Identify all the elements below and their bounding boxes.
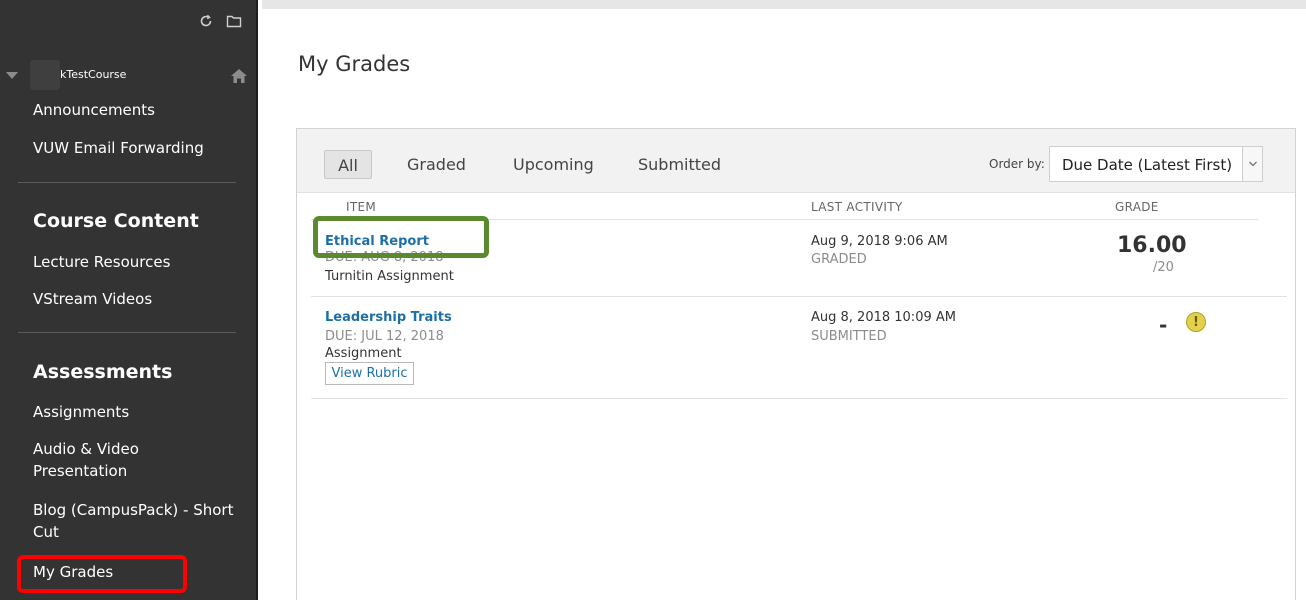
course-thumbnail (30, 60, 60, 90)
sidebar-tools (198, 13, 242, 29)
sidebar-divider (18, 182, 236, 183)
view-rubric-button[interactable]: View Rubric (325, 362, 414, 385)
grade-score: 16.00 (1117, 233, 1187, 258)
caret-down-icon[interactable] (6, 72, 18, 79)
tab-graded[interactable]: Graded (407, 150, 466, 179)
course-name[interactable]: kTestCourse (60, 68, 126, 81)
sidebar-item-assignments[interactable]: Assignments (33, 401, 129, 423)
last-activity-date: Aug 8, 2018 10:09 AM (811, 310, 956, 325)
sidebar-item-blog[interactable]: Blog (CampusPack) - Short Cut (33, 499, 233, 543)
filter-bar: All Graded Upcoming Submitted Order by: … (297, 129, 1295, 193)
row-divider (311, 296, 1287, 297)
sidebar-item-label: Blog (CampusPack) - Short (33, 501, 234, 519)
grades-panel: All Graded Upcoming Submitted Order by: … (296, 128, 1296, 600)
last-activity-status: SUBMITTED (811, 329, 887, 344)
sidebar-item-vstream-videos[interactable]: VStream Videos (33, 288, 152, 310)
item-type: Assignment (325, 346, 402, 361)
home-icon[interactable] (230, 67, 248, 85)
app-frame: kTestCourse Announcements VUW Email Forw… (0, 0, 1306, 600)
course-sidebar: kTestCourse Announcements VUW Email Forw… (0, 0, 258, 600)
sidebar-item-label: Cut (33, 523, 59, 541)
refresh-icon[interactable] (198, 13, 214, 29)
highlight-box-ethical-report (313, 216, 489, 258)
item-title-link[interactable]: Leadership Traits (325, 310, 452, 325)
sidebar-item-lecture-resources[interactable]: Lecture Resources (33, 251, 170, 273)
sidebar-item-announcements[interactable]: Announcements (33, 99, 155, 121)
item-due-date: DUE: JUL 12, 2018 (325, 329, 444, 344)
last-activity-status: GRADED (811, 252, 867, 267)
row-divider (311, 398, 1287, 399)
sidebar-item-vuw-email[interactable]: VUW Email Forwarding (33, 137, 204, 159)
page-title: My Grades (298, 52, 411, 76)
sidebar-item-label: Presentation (33, 462, 128, 480)
column-header-item: ITEM (346, 200, 377, 214)
order-by-value: Due Date (Latest First) (1062, 156, 1233, 174)
tab-submitted[interactable]: Submitted (638, 150, 721, 179)
exclamation-icon[interactable]: ! (1186, 312, 1206, 332)
order-by-label: Order by: (989, 157, 1045, 171)
column-header-last-activity: LAST ACTIVITY (811, 200, 903, 214)
order-by-select[interactable]: Due Date (Latest First) (1049, 146, 1263, 182)
folder-icon[interactable] (226, 13, 242, 29)
grade-score: - (1159, 313, 1168, 337)
highlight-box-my-grades (17, 555, 187, 593)
sidebar-divider (18, 332, 236, 333)
course-header: kTestCourse (0, 60, 258, 92)
sidebar-heading-assessments: Assessments (33, 361, 173, 383)
tab-upcoming[interactable]: Upcoming (513, 150, 594, 179)
column-header-grade: GRADE (1115, 200, 1159, 214)
grade-out-of: /20 (1153, 260, 1174, 275)
sidebar-item-audio-video[interactable]: Audio & Video Presentation (33, 438, 139, 482)
sidebar-heading-course-content: Course Content (33, 210, 199, 232)
top-strip (262, 0, 1306, 9)
sidebar-item-label: Audio & Video (33, 440, 139, 458)
last-activity-date: Aug 9, 2018 9:06 AM (811, 234, 948, 249)
chevron-down-icon[interactable] (1242, 147, 1262, 181)
item-type: Turnitin Assignment (325, 269, 454, 284)
tab-all[interactable]: All (324, 150, 372, 179)
